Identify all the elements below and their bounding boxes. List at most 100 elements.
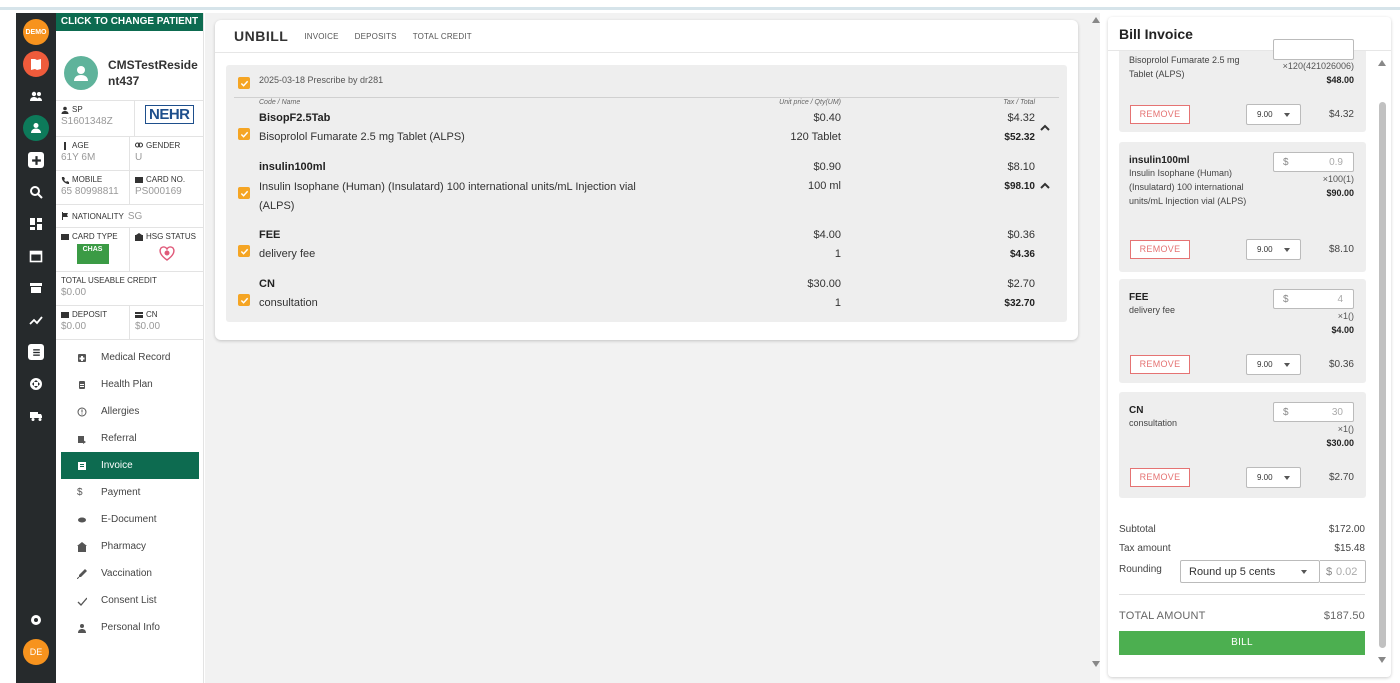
remove-button[interactable]: REMOVE bbox=[1130, 105, 1190, 124]
info-row-credit: TOTAL USEABLE CREDIT $0.00 bbox=[56, 272, 203, 306]
nav-medical-record[interactable]: Medical Record bbox=[61, 344, 199, 371]
chevron-up-icon[interactable] bbox=[1039, 122, 1051, 134]
price-input[interactable]: $30 bbox=[1273, 402, 1354, 422]
nehr-logo[interactable]: NEHR bbox=[145, 105, 194, 124]
flag-icon bbox=[62, 212, 68, 220]
nav-allergies[interactable]: Allergies bbox=[61, 398, 199, 425]
card-no-label: CARD NO. bbox=[135, 175, 198, 184]
card-no-label-text: CARD NO. bbox=[146, 175, 186, 184]
check-icon bbox=[240, 248, 248, 255]
bill-item: CN consultation $30 ×1() $30.00 REMOVE 9… bbox=[1119, 392, 1366, 498]
deposit-cell: DEPOSIT $0.00 bbox=[56, 306, 130, 339]
nav-consent-list[interactable]: Consent List bbox=[61, 587, 199, 614]
tab-deposits[interactable]: DEPOSITS bbox=[355, 32, 397, 41]
map-icon[interactable] bbox=[23, 51, 49, 77]
prescription-checkbox[interactable] bbox=[238, 77, 250, 89]
pharmacy-icon bbox=[77, 541, 87, 552]
nav-pharmacy[interactable]: Pharmacy bbox=[61, 533, 199, 560]
remove-button[interactable]: REMOVE bbox=[1130, 355, 1190, 374]
rounding-input[interactable]: $0.02 bbox=[1320, 560, 1366, 583]
id-cell: SP S1601348Z bbox=[56, 101, 135, 136]
bill-button[interactable]: BILL bbox=[1119, 631, 1365, 655]
gender-icon bbox=[135, 142, 143, 147]
trend-icon[interactable] bbox=[23, 307, 49, 333]
nav-health-plan[interactable]: Health Plan bbox=[61, 371, 199, 398]
item-checkbox[interactable] bbox=[238, 187, 250, 199]
prescription-title: 2025-03-18 Prescribe by dr281 bbox=[259, 75, 384, 85]
info-row-age: AGE 61Y 6M GENDER U bbox=[56, 137, 203, 171]
rounding-select[interactable]: Round up 5 cents bbox=[1180, 560, 1320, 583]
currency-symbol: $ bbox=[1326, 566, 1333, 578]
nav-invoice[interactable]: Invoice bbox=[61, 452, 199, 479]
delivery-truck-icon[interactable] bbox=[23, 403, 49, 429]
tax-rate-value: 9.00 bbox=[1257, 360, 1273, 369]
hsg-cell: HSG STATUS bbox=[130, 228, 203, 271]
patient-identity: CMSTestResident437 bbox=[56, 31, 203, 101]
chevron-up-icon[interactable] bbox=[1039, 180, 1051, 192]
deposit-icon bbox=[61, 311, 69, 318]
search-icon[interactable] bbox=[23, 179, 49, 205]
calendar-icon[interactable] bbox=[23, 243, 49, 269]
card-type-icon bbox=[61, 233, 69, 240]
tax-rate-select[interactable]: 9.00 bbox=[1246, 104, 1301, 125]
nav-e-document[interactable]: E-Document bbox=[61, 506, 199, 533]
card-no-cell: CARD NO. PS000169 bbox=[130, 171, 203, 204]
tab-unbill[interactable]: UNBILL bbox=[234, 28, 288, 44]
total-divider bbox=[1119, 594, 1365, 595]
price-input[interactable]: $0.9 bbox=[1273, 152, 1354, 172]
group-icon[interactable] bbox=[23, 83, 49, 109]
tax-rate-select[interactable]: 9.00 bbox=[1246, 354, 1301, 375]
add-icon[interactable] bbox=[23, 147, 49, 173]
nav-payment[interactable]: $ Payment bbox=[61, 479, 199, 506]
gender-value: U bbox=[135, 152, 143, 163]
unbill-card: UNBILL INVOICE DEPOSITS TOTAL CREDIT 202… bbox=[215, 20, 1078, 340]
rounding-row: Rounding bbox=[1119, 564, 1179, 575]
item-checkbox[interactable] bbox=[238, 294, 250, 306]
price-input[interactable]: $4 bbox=[1273, 289, 1354, 309]
scroll-down-arrow-icon[interactable] bbox=[1378, 657, 1386, 663]
main-scrollbar[interactable] bbox=[1090, 13, 1102, 673]
info-row-card-type: CARD TYPE CHAS HSG STATUS bbox=[56, 228, 203, 272]
item-checkbox[interactable] bbox=[238, 245, 250, 257]
nav-vaccination[interactable]: Vaccination bbox=[61, 560, 199, 587]
nav-referral[interactable]: Referral bbox=[61, 425, 199, 452]
tab-total-credit[interactable]: TOTAL CREDIT bbox=[413, 32, 472, 41]
dashboard-icon[interactable] bbox=[23, 211, 49, 237]
vaccination-icon bbox=[77, 568, 87, 579]
dropdown-arrow-icon bbox=[1284, 363, 1290, 367]
rounding-option: Round up 5 cents bbox=[1189, 566, 1276, 578]
tax-rate-select[interactable]: 9.00 bbox=[1246, 239, 1301, 260]
nav-label: Invoice bbox=[101, 460, 133, 471]
remove-button[interactable]: REMOVE bbox=[1130, 240, 1190, 259]
move-icon[interactable] bbox=[23, 371, 49, 397]
change-patient-button[interactable]: CLICK TO CHANGE PATIENT bbox=[56, 13, 203, 31]
item-code: insulin100ml bbox=[259, 161, 326, 173]
gender-cell: GENDER U bbox=[130, 137, 203, 170]
item-total: $32.70 bbox=[1004, 298, 1035, 309]
invoice-icon bbox=[78, 461, 86, 470]
rounding-value: 0.02 bbox=[1336, 566, 1358, 578]
remove-button[interactable]: REMOVE bbox=[1130, 468, 1190, 487]
nav-label: Pharmacy bbox=[101, 541, 147, 552]
scroll-up-arrow-icon[interactable] bbox=[1092, 17, 1100, 23]
credit-cell: TOTAL USEABLE CREDIT $0.00 bbox=[56, 272, 203, 305]
scroll-down-arrow-icon[interactable] bbox=[1092, 661, 1100, 667]
patient-icon[interactable] bbox=[23, 115, 49, 141]
list-icon[interactable] bbox=[23, 339, 49, 365]
bill-item-code: CN bbox=[1129, 405, 1144, 416]
nav-personal-info[interactable]: Personal Info bbox=[61, 614, 199, 641]
tax-rate-select[interactable]: 9.00 bbox=[1246, 467, 1301, 488]
demo-badge[interactable]: DEMO bbox=[23, 19, 49, 45]
item-checkbox[interactable] bbox=[238, 128, 250, 140]
scroll-up-arrow-icon[interactable] bbox=[1378, 60, 1386, 66]
store-icon[interactable] bbox=[23, 275, 49, 301]
scroll-thumb[interactable] bbox=[1379, 102, 1386, 648]
price-input[interactable] bbox=[1273, 39, 1354, 60]
price-value: 0.9 bbox=[1329, 157, 1343, 168]
nehr-cell: NEHR bbox=[135, 101, 203, 136]
settings-gear-icon[interactable] bbox=[23, 607, 49, 633]
item-desc: consultation bbox=[259, 297, 318, 309]
tab-invoice[interactable]: INVOICE bbox=[304, 32, 338, 41]
bill-scrollbar[interactable] bbox=[1376, 58, 1388, 668]
user-avatar[interactable]: DE bbox=[23, 639, 49, 665]
